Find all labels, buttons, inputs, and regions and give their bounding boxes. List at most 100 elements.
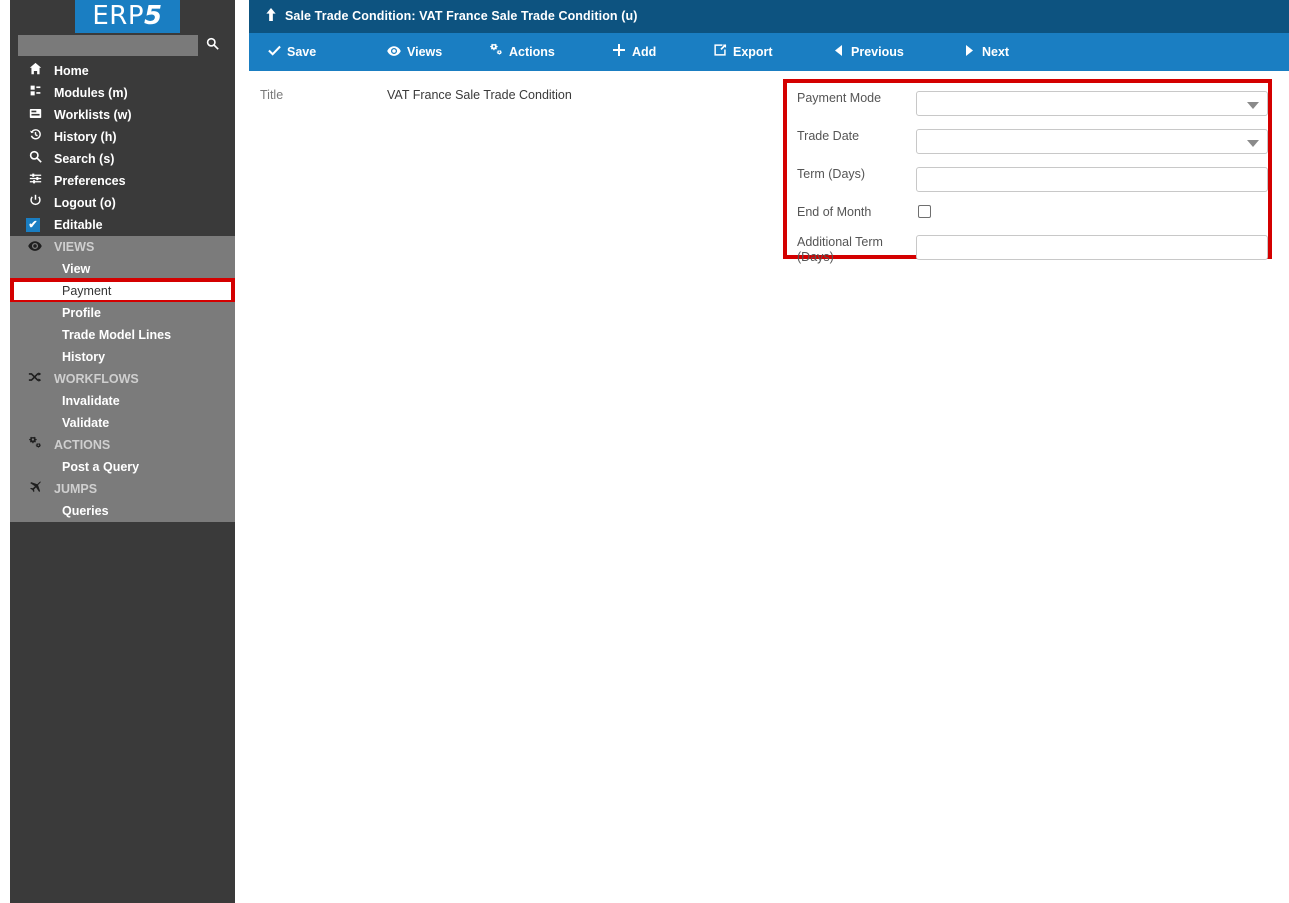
title-field-value: VAT France Sale Trade Condition (387, 88, 572, 102)
plus-icon (610, 33, 628, 71)
term-days-row: Term (Days) (797, 167, 1268, 197)
payment-mode-label: Payment Mode (797, 91, 882, 105)
home-icon (26, 60, 44, 82)
sidebar-item-label: Editable (54, 218, 103, 232)
sidebar-item-label: Queries (62, 504, 109, 518)
sidebar-item-home[interactable]: Home (10, 60, 235, 82)
trade-date-select[interactable] (916, 129, 1268, 154)
sidebar-item-history-view[interactable]: History (10, 346, 235, 368)
logo-row: ERP5 (10, 0, 235, 33)
previous-label: Previous (851, 45, 904, 59)
sidebar-item-label: Search (s) (54, 152, 115, 166)
sidebar-item-profile[interactable]: Profile (10, 302, 235, 324)
sidebar-item-label: History (h) (54, 130, 117, 144)
sidebar-section-label: ACTIONS (54, 438, 111, 452)
eye-icon (26, 236, 44, 258)
save-label: Save (287, 45, 317, 59)
sidebar-item-label: Profile (62, 306, 101, 320)
gears-icon (487, 33, 505, 71)
additional-term-input[interactable] (916, 235, 1268, 260)
next-label: Next (982, 45, 1010, 59)
check-icon (265, 33, 283, 71)
sidebar-item-modules[interactable]: Modules (m) (10, 82, 235, 104)
sidebar-section-actions: ACTIONS (10, 434, 235, 456)
additional-term-label: Additional Term (Days) (797, 235, 883, 264)
sidebar-item-post-a-query[interactable]: Post a Query (10, 456, 235, 478)
trade-date-label: Trade Date (797, 129, 860, 143)
payment-field-group: Payment Mode Trade Date Term (Days) End … (783, 79, 1272, 264)
views-button[interactable]: Views (385, 33, 442, 71)
end-of-month-checkbox[interactable] (918, 205, 931, 218)
sidebar-item-label: Preferences (54, 174, 126, 188)
sidebar-section-label: VIEWS (54, 240, 95, 254)
erp5-app-window: ERP5 Home Modules (m) Worklists (w) Hist… (0, 0, 1289, 903)
trade-date-row: Trade Date (797, 129, 1268, 159)
action-toolbar: Save Views Actions Add Export Previous N… (249, 33, 1289, 71)
export-button[interactable]: Export (711, 33, 773, 71)
sidebar-section-jumps: JUMPS (10, 478, 235, 500)
sidebar-item-worklists[interactable]: Worklists (w) (10, 104, 235, 126)
add-label: Add (632, 45, 657, 59)
sliders-icon (26, 170, 44, 192)
sidebar-section-workflows: WORKFLOWS (10, 368, 235, 390)
export-icon (711, 33, 729, 71)
sidebar-section-label: JUMPS (54, 482, 98, 496)
sidebar-item-logout[interactable]: Logout (o) (10, 192, 235, 214)
search-row (10, 33, 235, 60)
sidebar-item-label: Invalidate (62, 394, 120, 408)
sidebar-item-invalidate[interactable]: Invalidate (10, 390, 235, 412)
next-button[interactable]: Next (960, 33, 1009, 71)
title-field-label: Title (260, 88, 284, 102)
sidebar-item-search[interactable]: Search (s) (10, 148, 235, 170)
sidebar-item-history[interactable]: History (h) (10, 126, 235, 148)
main-content: Title VAT France Sale Trade Condition Pa… (249, 71, 1289, 903)
add-button[interactable]: Add (610, 33, 656, 71)
history-icon (26, 126, 44, 148)
term-days-input[interactable] (916, 167, 1268, 192)
caret-right-icon (960, 33, 978, 71)
logo-suffix: 5 (144, 1, 163, 31)
eye-icon (385, 33, 403, 71)
sidebar-item-payment[interactable]: Payment (10, 278, 235, 304)
modules-icon (26, 82, 44, 104)
sidebar-item-queries[interactable]: Queries (10, 500, 235, 522)
save-button[interactable]: Save (265, 33, 316, 71)
airplane-icon (26, 478, 44, 500)
actions-label: Actions (509, 45, 555, 59)
previous-button[interactable]: Previous (829, 33, 904, 71)
caret-left-icon (829, 33, 847, 71)
shuffle-icon (26, 368, 44, 390)
search-icon[interactable] (203, 36, 221, 54)
page-header: Sale Trade Condition: VAT France Sale Tr… (249, 0, 1289, 33)
sidebar-item-editable[interactable]: ✔ Editable (10, 214, 235, 236)
export-label: Export (733, 45, 773, 59)
logo-text: ERP (92, 1, 145, 31)
checkbox-checked-icon[interactable]: ✔ (26, 218, 40, 232)
sidebar-item-trade-model-lines[interactable]: Trade Model Lines (10, 324, 235, 346)
actions-button[interactable]: Actions (487, 33, 555, 71)
worklists-icon (26, 104, 44, 126)
sidebar-main-nav: Home Modules (m) Worklists (w) History (… (10, 60, 235, 522)
power-icon (26, 192, 44, 214)
erp5-logo[interactable]: ERP5 (75, 0, 180, 33)
sidebar-item-label: View (62, 262, 91, 276)
search-input[interactable] (18, 35, 198, 56)
sidebar-item-label: Home (54, 64, 89, 78)
sidebar-item-label: Payment (62, 284, 112, 298)
sidebar-item-label: Post a Query (62, 460, 140, 474)
gears-icon (26, 434, 44, 456)
payment-mode-select[interactable] (916, 91, 1268, 116)
sidebar-section-views: VIEWS (10, 236, 235, 258)
payment-mode-row: Payment Mode (797, 91, 1268, 121)
arrow-up-icon[interactable] (265, 0, 277, 33)
sidebar-section-label: WORKFLOWS (54, 372, 139, 386)
sidebar-filler (10, 522, 235, 901)
sidebar-item-view[interactable]: View (10, 258, 235, 280)
views-label: Views (407, 45, 443, 59)
sidebar-item-label: Validate (62, 416, 110, 430)
sidebar-item-validate[interactable]: Validate (10, 412, 235, 434)
sidebar: ERP5 Home Modules (m) Worklists (w) Hist… (10, 0, 235, 903)
end-of-month-row: End of Month (797, 205, 1258, 227)
sidebar-item-preferences[interactable]: Preferences (10, 170, 235, 192)
sidebar-item-label: Worklists (w) (54, 108, 132, 122)
